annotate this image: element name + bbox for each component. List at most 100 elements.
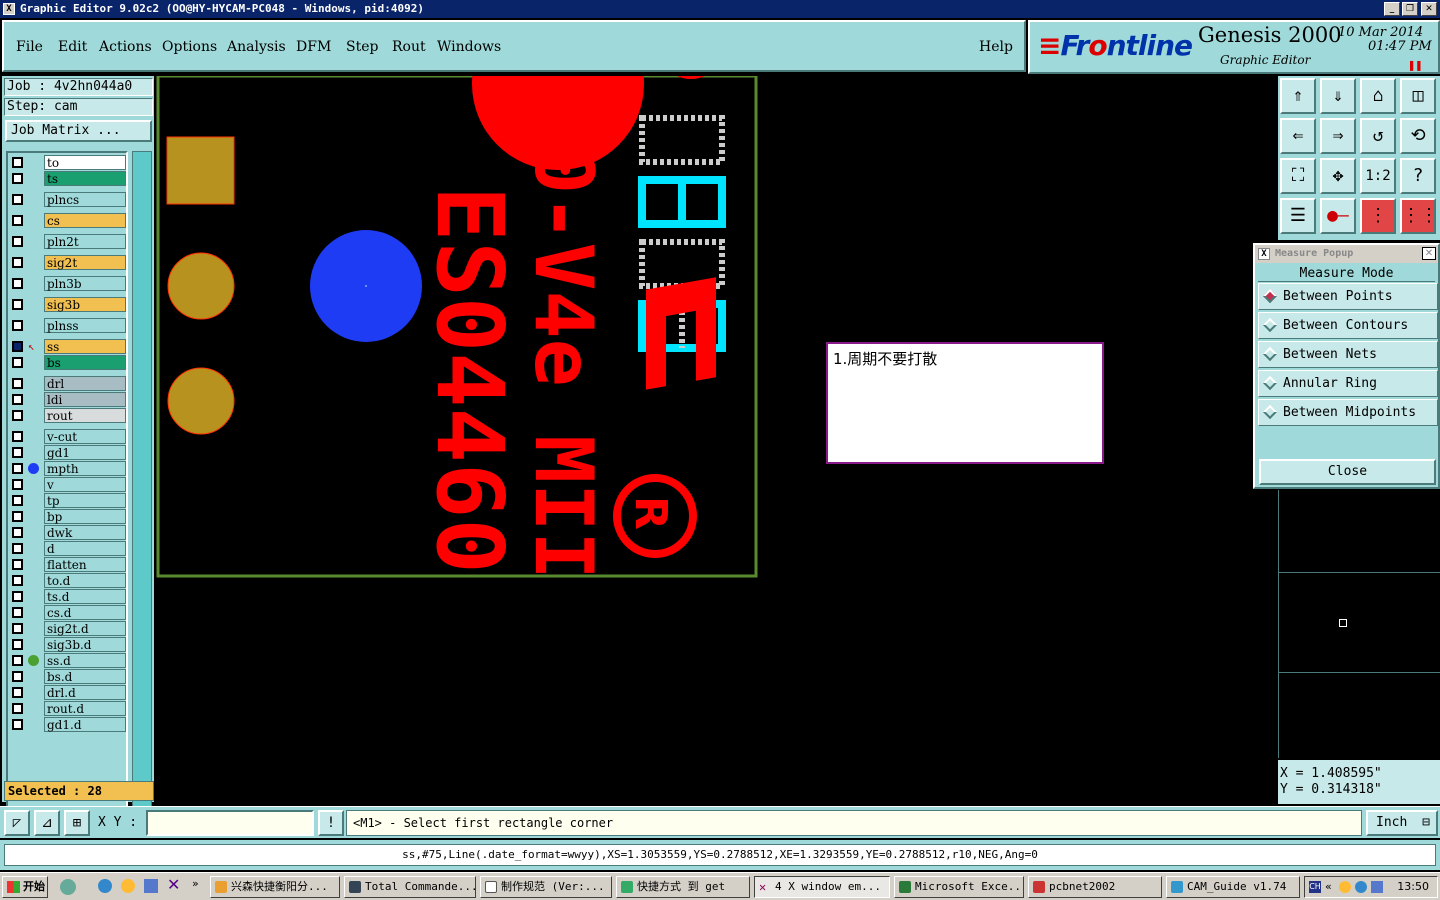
language-icon[interactable]: CH (1309, 881, 1321, 893)
start-button[interactable]: 开始 (2, 876, 48, 898)
restore-button[interactable]: ❐ (1402, 2, 1418, 16)
menu-windows[interactable]: Windows (437, 39, 501, 55)
netlist-icon[interactable]: ⋮ (1360, 198, 1396, 234)
menu-file[interactable]: File (16, 39, 43, 55)
menu-edit[interactable]: Edit (58, 39, 87, 55)
tray-expand-icon[interactable]: « (1325, 877, 1332, 897)
layer-name[interactable]: tp (44, 493, 126, 508)
layer-row[interactable]: gd1 (10, 445, 126, 460)
layer-name[interactable]: cs.d (44, 605, 126, 620)
task-2[interactable]: Total Commande... (344, 876, 476, 898)
layer-row[interactable]: rout.d (10, 701, 126, 716)
layer-row[interactable]: ↖ ss (10, 339, 126, 354)
layer-name[interactable]: sig2t.d (44, 621, 126, 636)
layer-row[interactable]: to.d (10, 573, 126, 588)
layer-row[interactable]: flatten (10, 557, 126, 572)
layer-row[interactable]: cs (10, 213, 126, 228)
layer-row[interactable]: bp (10, 509, 126, 524)
layer-name[interactable]: bp (44, 509, 126, 524)
layer-name[interactable]: rout.d (44, 701, 126, 716)
network-icon[interactable] (1355, 881, 1367, 893)
more-icon[interactable]: » (192, 877, 199, 890)
layer-name[interactable]: ss.d (44, 653, 126, 668)
layer-name[interactable]: cs (44, 213, 126, 228)
layer-name[interactable]: d (44, 541, 126, 556)
layer-checkbox[interactable] (12, 607, 23, 618)
tray-clock-icon[interactable] (1339, 881, 1351, 893)
layer-row[interactable]: ts (10, 171, 126, 186)
ratio-button[interactable]: 1:2 (1360, 158, 1396, 194)
rotate-icon[interactable]: ↺ (1360, 118, 1396, 154)
layer-row[interactable]: plncs (10, 192, 126, 207)
zoom-center-icon[interactable]: ✥ (1320, 158, 1356, 194)
measure-close-button[interactable]: Close (1259, 459, 1436, 485)
layer-row[interactable]: sig2t (10, 255, 126, 270)
help-icon[interactable]: ? (1400, 158, 1436, 194)
layer-name[interactable]: ldi (44, 392, 126, 407)
layer-row[interactable]: tp (10, 493, 126, 508)
layer-checkbox[interactable] (12, 591, 23, 602)
layer-name[interactable]: dwk (44, 525, 126, 540)
option-between-midpoints[interactable]: Between Midpoints (1258, 399, 1438, 426)
layer-checkbox[interactable] (12, 719, 23, 730)
layer-checkbox[interactable] (12, 511, 23, 522)
menu-step[interactable]: Step (346, 39, 378, 55)
task-6[interactable]: Microsoft Exce... (894, 876, 1024, 898)
volume-icon[interactable] (1371, 881, 1383, 893)
layer-checkbox[interactable] (12, 655, 23, 666)
zoom-fit-icon[interactable]: ⛶ (1280, 158, 1316, 194)
layer-checkbox[interactable] (12, 671, 23, 682)
layer-row[interactable]: rout (10, 408, 126, 423)
task-1[interactable]: 兴森快捷衡阳分... (210, 876, 340, 898)
job-matrix-button[interactable]: Job Matrix ... (5, 120, 152, 142)
layer-checkbox[interactable] (12, 575, 23, 586)
layer-name[interactable]: mpth (44, 461, 126, 476)
layer-checkbox[interactable] (12, 194, 23, 205)
x-icon[interactable]: ✕ (167, 875, 180, 894)
menu-options[interactable]: Options (162, 39, 217, 55)
layer-row[interactable]: ts.d (10, 589, 126, 604)
layer-row[interactable]: cs.d (10, 605, 126, 620)
layer-name[interactable]: ts.d (44, 589, 126, 604)
pan-down-icon[interactable]: ⇓ (1320, 78, 1356, 114)
layer-name[interactable]: drl (44, 376, 126, 391)
layer-name[interactable]: plnss (44, 318, 126, 333)
layer-row[interactable]: ldi (10, 392, 126, 407)
layer-row[interactable]: drl (10, 376, 126, 391)
layer-checkbox[interactable] (12, 623, 23, 634)
home-icon[interactable]: ⌂ (1360, 78, 1396, 114)
layer-checkbox[interactable] (12, 447, 23, 458)
option-annular-ring[interactable]: Annular Ring (1258, 370, 1438, 397)
app-icon[interactable] (144, 879, 158, 893)
layer-checkbox[interactable] (12, 463, 23, 474)
minimize-button[interactable]: _ (1384, 2, 1400, 16)
layer-scrollbar[interactable] (132, 151, 152, 819)
split-view-icon[interactable]: ◫ (1400, 78, 1436, 114)
layer-row[interactable]: v-cut (10, 429, 126, 444)
layer-name[interactable]: sig3b.d (44, 637, 126, 652)
layer-name[interactable]: gd1.d (44, 717, 126, 732)
layer-checkbox[interactable] (12, 559, 23, 570)
layer-checkbox[interactable] (12, 687, 23, 698)
layer-name[interactable]: ts (44, 171, 126, 186)
task-4[interactable]: 快捷方式 到 get (616, 876, 750, 898)
layer-row[interactable]: sig3b (10, 297, 126, 312)
layer-name[interactable]: sig2t (44, 255, 126, 270)
task-7[interactable]: pcbnet2002 (1028, 876, 1162, 898)
layer-name[interactable]: ss (44, 339, 126, 354)
layer-name[interactable]: v-cut (44, 429, 126, 444)
layer-checkbox[interactable] (12, 236, 23, 247)
close-window-button[interactable]: ✕ (1421, 2, 1437, 16)
pan-right-icon[interactable]: ⇒ (1320, 118, 1356, 154)
clock-icon[interactable] (121, 879, 135, 893)
layer-name[interactable]: rout (44, 408, 126, 423)
layer-checkbox[interactable] (12, 495, 23, 506)
snap-center-icon[interactable]: ⊿ (34, 810, 60, 836)
layer-checkbox[interactable] (12, 703, 23, 714)
layer-checkbox[interactable] (12, 299, 23, 310)
layer-name[interactable]: v (44, 477, 126, 492)
layer-checkbox[interactable] (12, 357, 23, 368)
layer-checkbox[interactable] (12, 378, 23, 389)
layer-name[interactable]: bs.d (44, 669, 126, 684)
settings-icon[interactable]: ☰ (1280, 198, 1316, 234)
